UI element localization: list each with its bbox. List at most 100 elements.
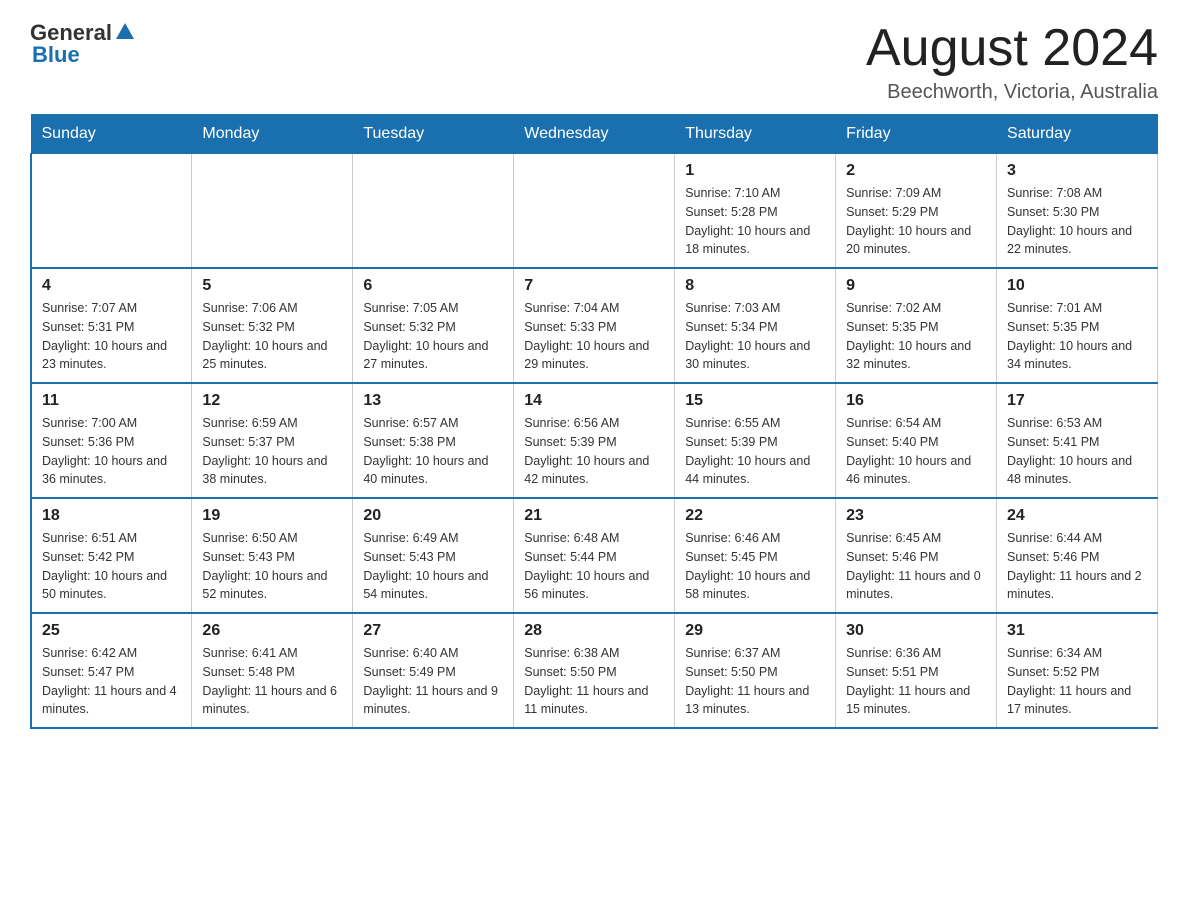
day-number: 25 — [42, 622, 181, 640]
calendar-cell: 5 Sunrise: 7:06 AM Sunset: 5:32 PM Daylig… — [192, 268, 353, 383]
day-info: Sunrise: 7:06 AM Sunset: 5:32 PM Dayligh… — [202, 299, 342, 374]
logo-blue-text: Blue — [32, 42, 80, 68]
calendar-cell: 31 Sunrise: 6:34 AM Sunset: 5:52 PM Dayli… — [997, 613, 1158, 728]
calendar-cell: 22 Sunrise: 6:46 AM Sunset: 5:45 PM Dayli… — [675, 498, 836, 613]
day-info: Sunrise: 7:09 AM Sunset: 5:29 PM Dayligh… — [846, 184, 986, 259]
calendar-cell: 8 Sunrise: 7:03 AM Sunset: 5:34 PM Daylig… — [675, 268, 836, 383]
day-number: 12 — [202, 392, 342, 410]
day-number: 28 — [524, 622, 664, 640]
day-info: Sunrise: 7:01 AM Sunset: 5:35 PM Dayligh… — [1007, 299, 1147, 374]
day-number: 18 — [42, 507, 181, 525]
calendar-cell: 7 Sunrise: 7:04 AM Sunset: 5:33 PM Daylig… — [514, 268, 675, 383]
day-info: Sunrise: 6:37 AM Sunset: 5:50 PM Dayligh… — [685, 644, 825, 719]
day-number: 5 — [202, 277, 342, 295]
day-number: 26 — [202, 622, 342, 640]
calendar-cell: 26 Sunrise: 6:41 AM Sunset: 5:48 PM Dayli… — [192, 613, 353, 728]
day-number: 16 — [846, 392, 986, 410]
calendar-cell: 14Sunrise: 6:56 AM Sunset: 5:39 PM Dayli… — [514, 383, 675, 498]
day-info: Sunrise: 6:49 AM Sunset: 5:43 PM Dayligh… — [363, 529, 503, 604]
day-info: Sunrise: 6:53 AM Sunset: 5:41 PM Dayligh… — [1007, 414, 1147, 489]
day-info: Sunrise: 6:48 AM Sunset: 5:44 PM Dayligh… — [524, 529, 664, 604]
day-number: 21 — [524, 507, 664, 525]
day-info: Sunrise: 7:10 AM Sunset: 5:28 PM Dayligh… — [685, 184, 825, 259]
day-number: 29 — [685, 622, 825, 640]
day-info: Sunrise: 6:44 AM Sunset: 5:46 PM Dayligh… — [1007, 529, 1147, 604]
calendar-week-row: 18 Sunrise: 6:51 AM Sunset: 5:42 PM Dayli… — [31, 498, 1158, 613]
calendar-cell: 29 Sunrise: 6:37 AM Sunset: 5:50 PM Dayli… — [675, 613, 836, 728]
calendar-cell: 1 Sunrise: 7:10 AM Sunset: 5:28 PM Daylig… — [675, 154, 836, 269]
calendar-cell: 16 Sunrise: 6:54 AM Sunset: 5:40 PM Dayli… — [836, 383, 997, 498]
calendar-cell: 15 Sunrise: 6:55 AM Sunset: 5:39 PM Dayli… — [675, 383, 836, 498]
day-number: 14 — [524, 392, 664, 410]
calendar-cell — [31, 154, 192, 269]
day-info: Sunrise: 7:03 AM Sunset: 5:34 PM Dayligh… — [685, 299, 825, 374]
day-number: 8 — [685, 277, 825, 295]
day-info: Sunrise: 6:46 AM Sunset: 5:45 PM Dayligh… — [685, 529, 825, 604]
day-number: 1 — [685, 162, 825, 180]
day-number: 27 — [363, 622, 503, 640]
calendar-header-row: SundayMondayTuesdayWednesdayThursdayFrid… — [31, 115, 1158, 154]
day-number: 17 — [1007, 392, 1147, 410]
day-number: 31 — [1007, 622, 1147, 640]
calendar-cell: 17 Sunrise: 6:53 AM Sunset: 5:41 PM Dayli… — [997, 383, 1158, 498]
day-number: 20 — [363, 507, 503, 525]
day-info: Sunrise: 6:51 AM Sunset: 5:42 PM Dayligh… — [42, 529, 181, 604]
calendar-cell: 2 Sunrise: 7:09 AM Sunset: 5:29 PM Daylig… — [836, 154, 997, 269]
day-number: 7 — [524, 277, 664, 295]
day-info: Sunrise: 6:57 AM Sunset: 5:38 PM Dayligh… — [363, 414, 503, 489]
calendar-col-header: Thursday — [675, 115, 836, 154]
day-info: Sunrise: 6:38 AM Sunset: 5:50 PM Dayligh… — [524, 644, 664, 719]
day-info: Sunrise: 6:55 AM Sunset: 5:39 PM Dayligh… — [685, 414, 825, 489]
day-info: Sunrise: 6:40 AM Sunset: 5:49 PM Dayligh… — [363, 644, 503, 719]
day-info: Sunrise: 6:54 AM Sunset: 5:40 PM Dayligh… — [846, 414, 986, 489]
calendar-cell: 19Sunrise: 6:50 AM Sunset: 5:43 PM Dayli… — [192, 498, 353, 613]
day-info: Sunrise: 7:05 AM Sunset: 5:32 PM Dayligh… — [363, 299, 503, 374]
day-info: Sunrise: 7:07 AM Sunset: 5:31 PM Dayligh… — [42, 299, 181, 374]
page-header: General Blue August 2024 Beechworth, Vic… — [30, 20, 1158, 104]
calendar-table: SundayMondayTuesdayWednesdayThursdayFrid… — [30, 114, 1158, 729]
calendar-col-header: Sunday — [31, 115, 192, 154]
day-info: Sunrise: 6:41 AM Sunset: 5:48 PM Dayligh… — [202, 644, 342, 719]
calendar-col-header: Tuesday — [353, 115, 514, 154]
calendar-cell: 18 Sunrise: 6:51 AM Sunset: 5:42 PM Dayli… — [31, 498, 192, 613]
calendar-cell: 28 Sunrise: 6:38 AM Sunset: 5:50 PM Dayli… — [514, 613, 675, 728]
day-number: 3 — [1007, 162, 1147, 180]
day-number: 10 — [1007, 277, 1147, 295]
day-info: Sunrise: 6:45 AM Sunset: 5:46 PM Dayligh… — [846, 529, 986, 604]
calendar-cell: 23Sunrise: 6:45 AM Sunset: 5:46 PM Dayli… — [836, 498, 997, 613]
day-number: 15 — [685, 392, 825, 410]
location-subtitle: Beechworth, Victoria, Australia — [866, 81, 1158, 104]
calendar-col-header: Monday — [192, 115, 353, 154]
calendar-week-row: 1 Sunrise: 7:10 AM Sunset: 5:28 PM Daylig… — [31, 154, 1158, 269]
day-number: 30 — [846, 622, 986, 640]
day-number: 2 — [846, 162, 986, 180]
title-block: August 2024 Beechworth, Victoria, Austra… — [866, 20, 1158, 104]
calendar-week-row: 11 Sunrise: 7:00 AM Sunset: 5:36 PM Dayli… — [31, 383, 1158, 498]
calendar-cell: 20 Sunrise: 6:49 AM Sunset: 5:43 PM Dayli… — [353, 498, 514, 613]
calendar-cell: 21 Sunrise: 6:48 AM Sunset: 5:44 PM Dayli… — [514, 498, 675, 613]
calendar-cell: 6 Sunrise: 7:05 AM Sunset: 5:32 PM Daylig… — [353, 268, 514, 383]
day-info: Sunrise: 6:59 AM Sunset: 5:37 PM Dayligh… — [202, 414, 342, 489]
calendar-cell: 4 Sunrise: 7:07 AM Sunset: 5:31 PM Daylig… — [31, 268, 192, 383]
day-info: Sunrise: 7:02 AM Sunset: 5:35 PM Dayligh… — [846, 299, 986, 374]
calendar-cell: 3Sunrise: 7:08 AM Sunset: 5:30 PM Daylig… — [997, 154, 1158, 269]
month-title: August 2024 — [866, 20, 1158, 77]
calendar-cell: 11 Sunrise: 7:00 AM Sunset: 5:36 PM Dayli… — [31, 383, 192, 498]
day-info: Sunrise: 7:04 AM Sunset: 5:33 PM Dayligh… — [524, 299, 664, 374]
day-number: 11 — [42, 392, 181, 410]
calendar-cell: 13Sunrise: 6:57 AM Sunset: 5:38 PM Dayli… — [353, 383, 514, 498]
calendar-week-row: 25Sunrise: 6:42 AM Sunset: 5:47 PM Dayli… — [31, 613, 1158, 728]
calendar-cell: 9 Sunrise: 7:02 AM Sunset: 5:35 PM Daylig… — [836, 268, 997, 383]
calendar-col-header: Friday — [836, 115, 997, 154]
day-number: 9 — [846, 277, 986, 295]
calendar-cell — [192, 154, 353, 269]
day-info: Sunrise: 7:00 AM Sunset: 5:36 PM Dayligh… — [42, 414, 181, 489]
day-number: 6 — [363, 277, 503, 295]
day-info: Sunrise: 6:34 AM Sunset: 5:52 PM Dayligh… — [1007, 644, 1147, 719]
logo-icon — [114, 21, 136, 43]
calendar-week-row: 4 Sunrise: 7:07 AM Sunset: 5:31 PM Daylig… — [31, 268, 1158, 383]
day-number: 4 — [42, 277, 181, 295]
calendar-cell: 12 Sunrise: 6:59 AM Sunset: 5:37 PM Dayli… — [192, 383, 353, 498]
logo: General Blue — [30, 20, 136, 68]
day-number: 22 — [685, 507, 825, 525]
